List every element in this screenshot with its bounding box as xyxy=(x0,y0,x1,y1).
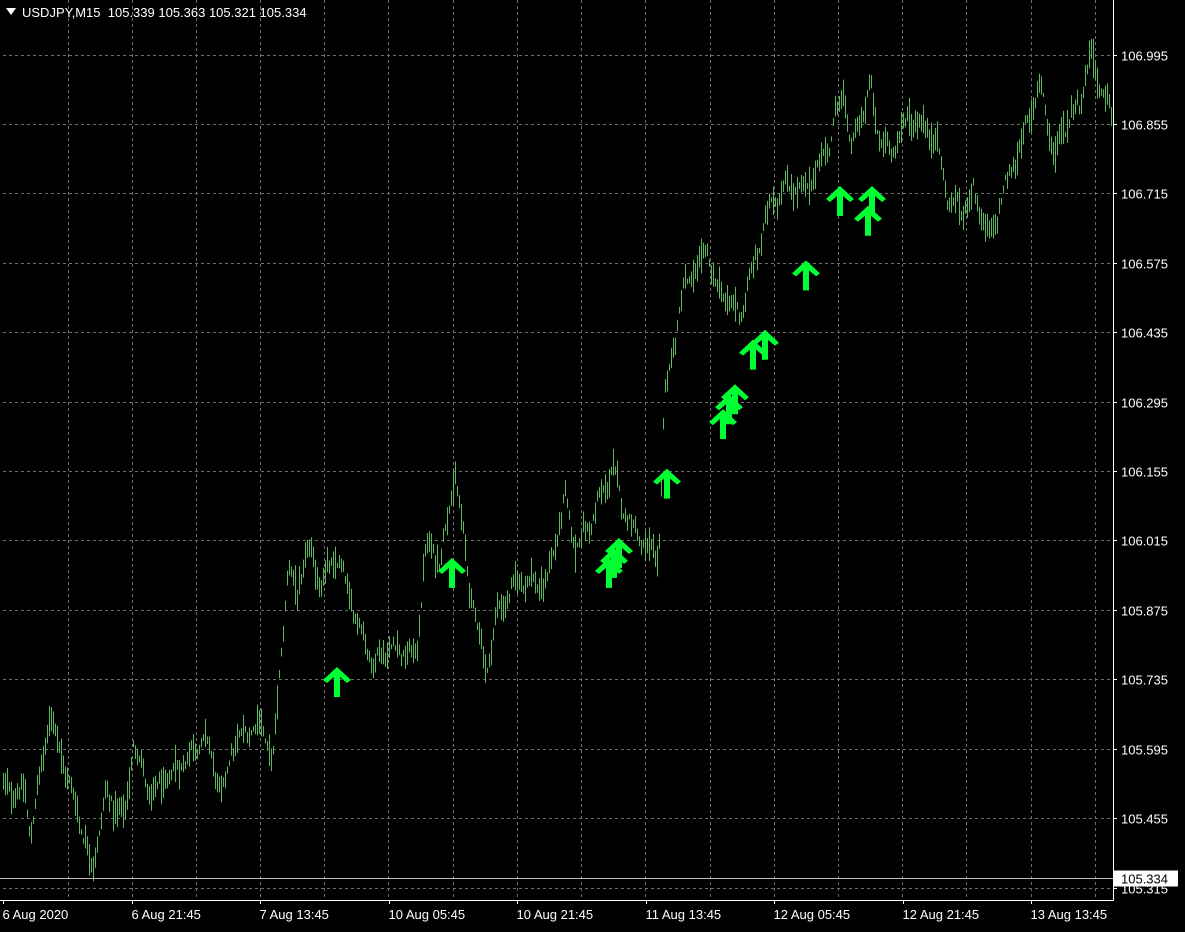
y-tick-label: 105.595 xyxy=(1121,743,1168,758)
x-tick-label: 7 Aug 13:45 xyxy=(260,907,329,922)
chart-canvas[interactable]: 106.995 106.855 106.715 106.575 106.435 106.2… xyxy=(0,0,1185,927)
y-tick-label: 106.575 xyxy=(1121,257,1168,272)
x-tick-label: 10 Aug 05:45 xyxy=(389,907,466,922)
symbol-label: USDJPY,M15 xyxy=(22,5,101,20)
chart-header: USDJPY,M15 105.339 105.363 105.321 105.3… xyxy=(6,5,307,20)
y-tick-label: 105.735 xyxy=(1121,673,1168,688)
chart-background xyxy=(0,0,1185,927)
y-tick-label: 105.875 xyxy=(1121,604,1168,619)
y-tick-label: 106.855 xyxy=(1121,118,1168,133)
x-tick-label: 6 Aug 2020 xyxy=(3,907,69,922)
y-tick-label: 106.435 xyxy=(1121,326,1168,341)
x-tick-label: 6 Aug 21:45 xyxy=(132,907,201,922)
y-tick-label: 106.295 xyxy=(1121,396,1168,411)
x-tick-label: 10 Aug 21:45 xyxy=(517,907,594,922)
y-tick-label: 105.455 xyxy=(1121,812,1168,827)
ohlc-values: 105.339 105.363 105.321 105.334 xyxy=(107,5,307,20)
x-tick-label: 12 Aug 05:45 xyxy=(774,907,851,922)
current-price-label: 105.334 xyxy=(1121,872,1168,887)
y-tick-label: 106.995 xyxy=(1121,49,1168,64)
y-tick-label: 106.155 xyxy=(1121,465,1168,480)
collapse-triangle-icon[interactable] xyxy=(6,8,16,15)
x-tick-label: 13 Aug 13:45 xyxy=(1031,907,1108,922)
x-tick-label: 12 Aug 21:45 xyxy=(903,907,980,922)
price-chart[interactable]: 106.995 106.855 106.715 106.575 106.435 106.2… xyxy=(0,0,1185,927)
y-tick-label: 106.015 xyxy=(1121,534,1168,549)
x-tick-label: 11 Aug 13:45 xyxy=(646,907,722,922)
y-tick-label: 106.715 xyxy=(1121,187,1168,202)
